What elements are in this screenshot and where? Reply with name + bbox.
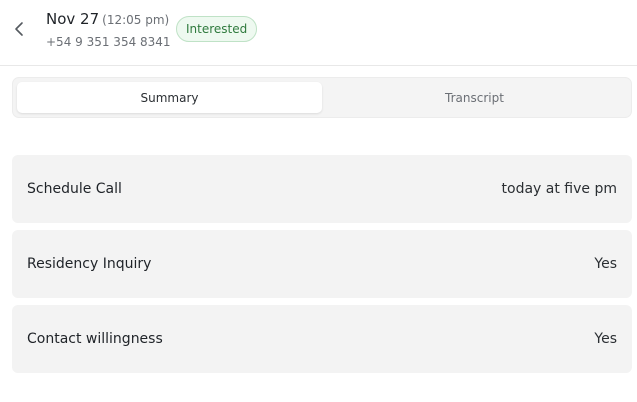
field-value: Yes [594,256,617,272]
field-value: Yes [594,331,617,347]
call-title-block: Nov 27 (12:05 pm) +54 9 351 354 8341 [46,9,171,50]
field-label: Residency Inquiry [27,256,152,272]
chevron-left-icon [15,22,23,36]
status-badge: Interested [176,16,258,42]
field-row-schedule-call: Schedule Call today at five pm [12,155,632,223]
tab-summary[interactable]: Summary [17,82,322,113]
field-label: Contact willingness [27,331,163,347]
summary-fields: Schedule Call today at five pm Residency… [12,155,632,380]
field-value: today at five pm [501,181,617,197]
view-tabs: Summary Transcript [12,77,632,118]
field-label: Schedule Call [27,181,122,197]
field-row-residency-inquiry: Residency Inquiry Yes [12,230,632,298]
back-button[interactable] [8,17,30,41]
tab-transcript[interactable]: Transcript [322,82,627,113]
call-time: (12:05 pm) [102,13,170,27]
field-row-contact-willingness: Contact willingness Yes [12,305,632,373]
call-header: Nov 27 (12:05 pm) +54 9 351 354 8341 Inte… [0,0,637,66]
phone-number: +54 9 351 354 8341 [46,35,171,49]
call-title: Nov 27 (12:05 pm) [46,9,171,30]
call-date: Nov 27 [46,10,100,28]
